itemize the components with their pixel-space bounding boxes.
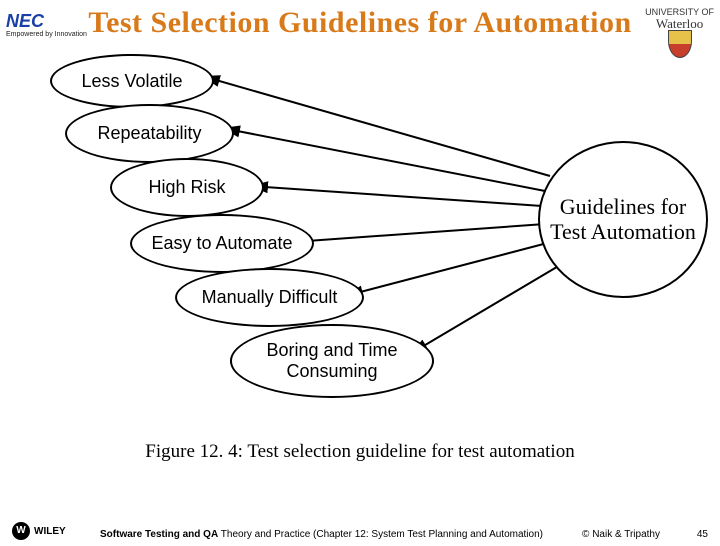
footer-book-rest: Theory and Practice (Chapter 12: System … [218,529,543,540]
nec-brand: NEC [6,11,44,31]
guideline-high-risk: High Risk [110,158,264,217]
guideline-label: High Risk [148,177,225,198]
guideline-label: Repeatability [97,123,201,144]
footer-copyright: © Naik & Tripathy [582,529,660,540]
guideline-boring-time: Boring and Time Consuming [230,324,434,398]
guideline-label: Manually Difficult [202,287,338,308]
guideline-repeatability: Repeatability [65,104,234,163]
page-title: Test Selection Guidelines for Automation [0,6,720,40]
wiley-text: WILEY [34,526,66,537]
nec-tagline: Empowered by Innovation [6,31,87,38]
footer-book: Software Testing and QA Theory and Pract… [100,529,543,540]
footer-page: 45 [697,529,708,540]
guideline-easy-to-automate: Easy to Automate [130,214,314,273]
waterloo-name: Waterloo [645,17,714,30]
diagram: Less Volatile Repeatability High Risk Ea… [0,46,720,436]
hub-label: Guidelines for Test Automation [544,195,702,243]
wiley-logo: W WILEY [12,522,66,540]
guideline-label: Boring and Time Consuming [232,340,432,382]
figure-caption: Figure 12. 4: Test selection guideline f… [0,441,720,463]
guideline-label: Easy to Automate [151,233,292,254]
guideline-label: Less Volatile [81,71,182,92]
wiley-icon: W [12,522,30,540]
hub-guidelines: Guidelines for Test Automation [538,141,708,298]
guideline-manually-difficult: Manually Difficult [175,268,364,327]
guideline-less-volatile: Less Volatile [50,54,214,108]
footer-book-bold: Software Testing and QA [100,529,218,540]
nec-logo: NEC Empowered by Innovation [6,12,87,38]
